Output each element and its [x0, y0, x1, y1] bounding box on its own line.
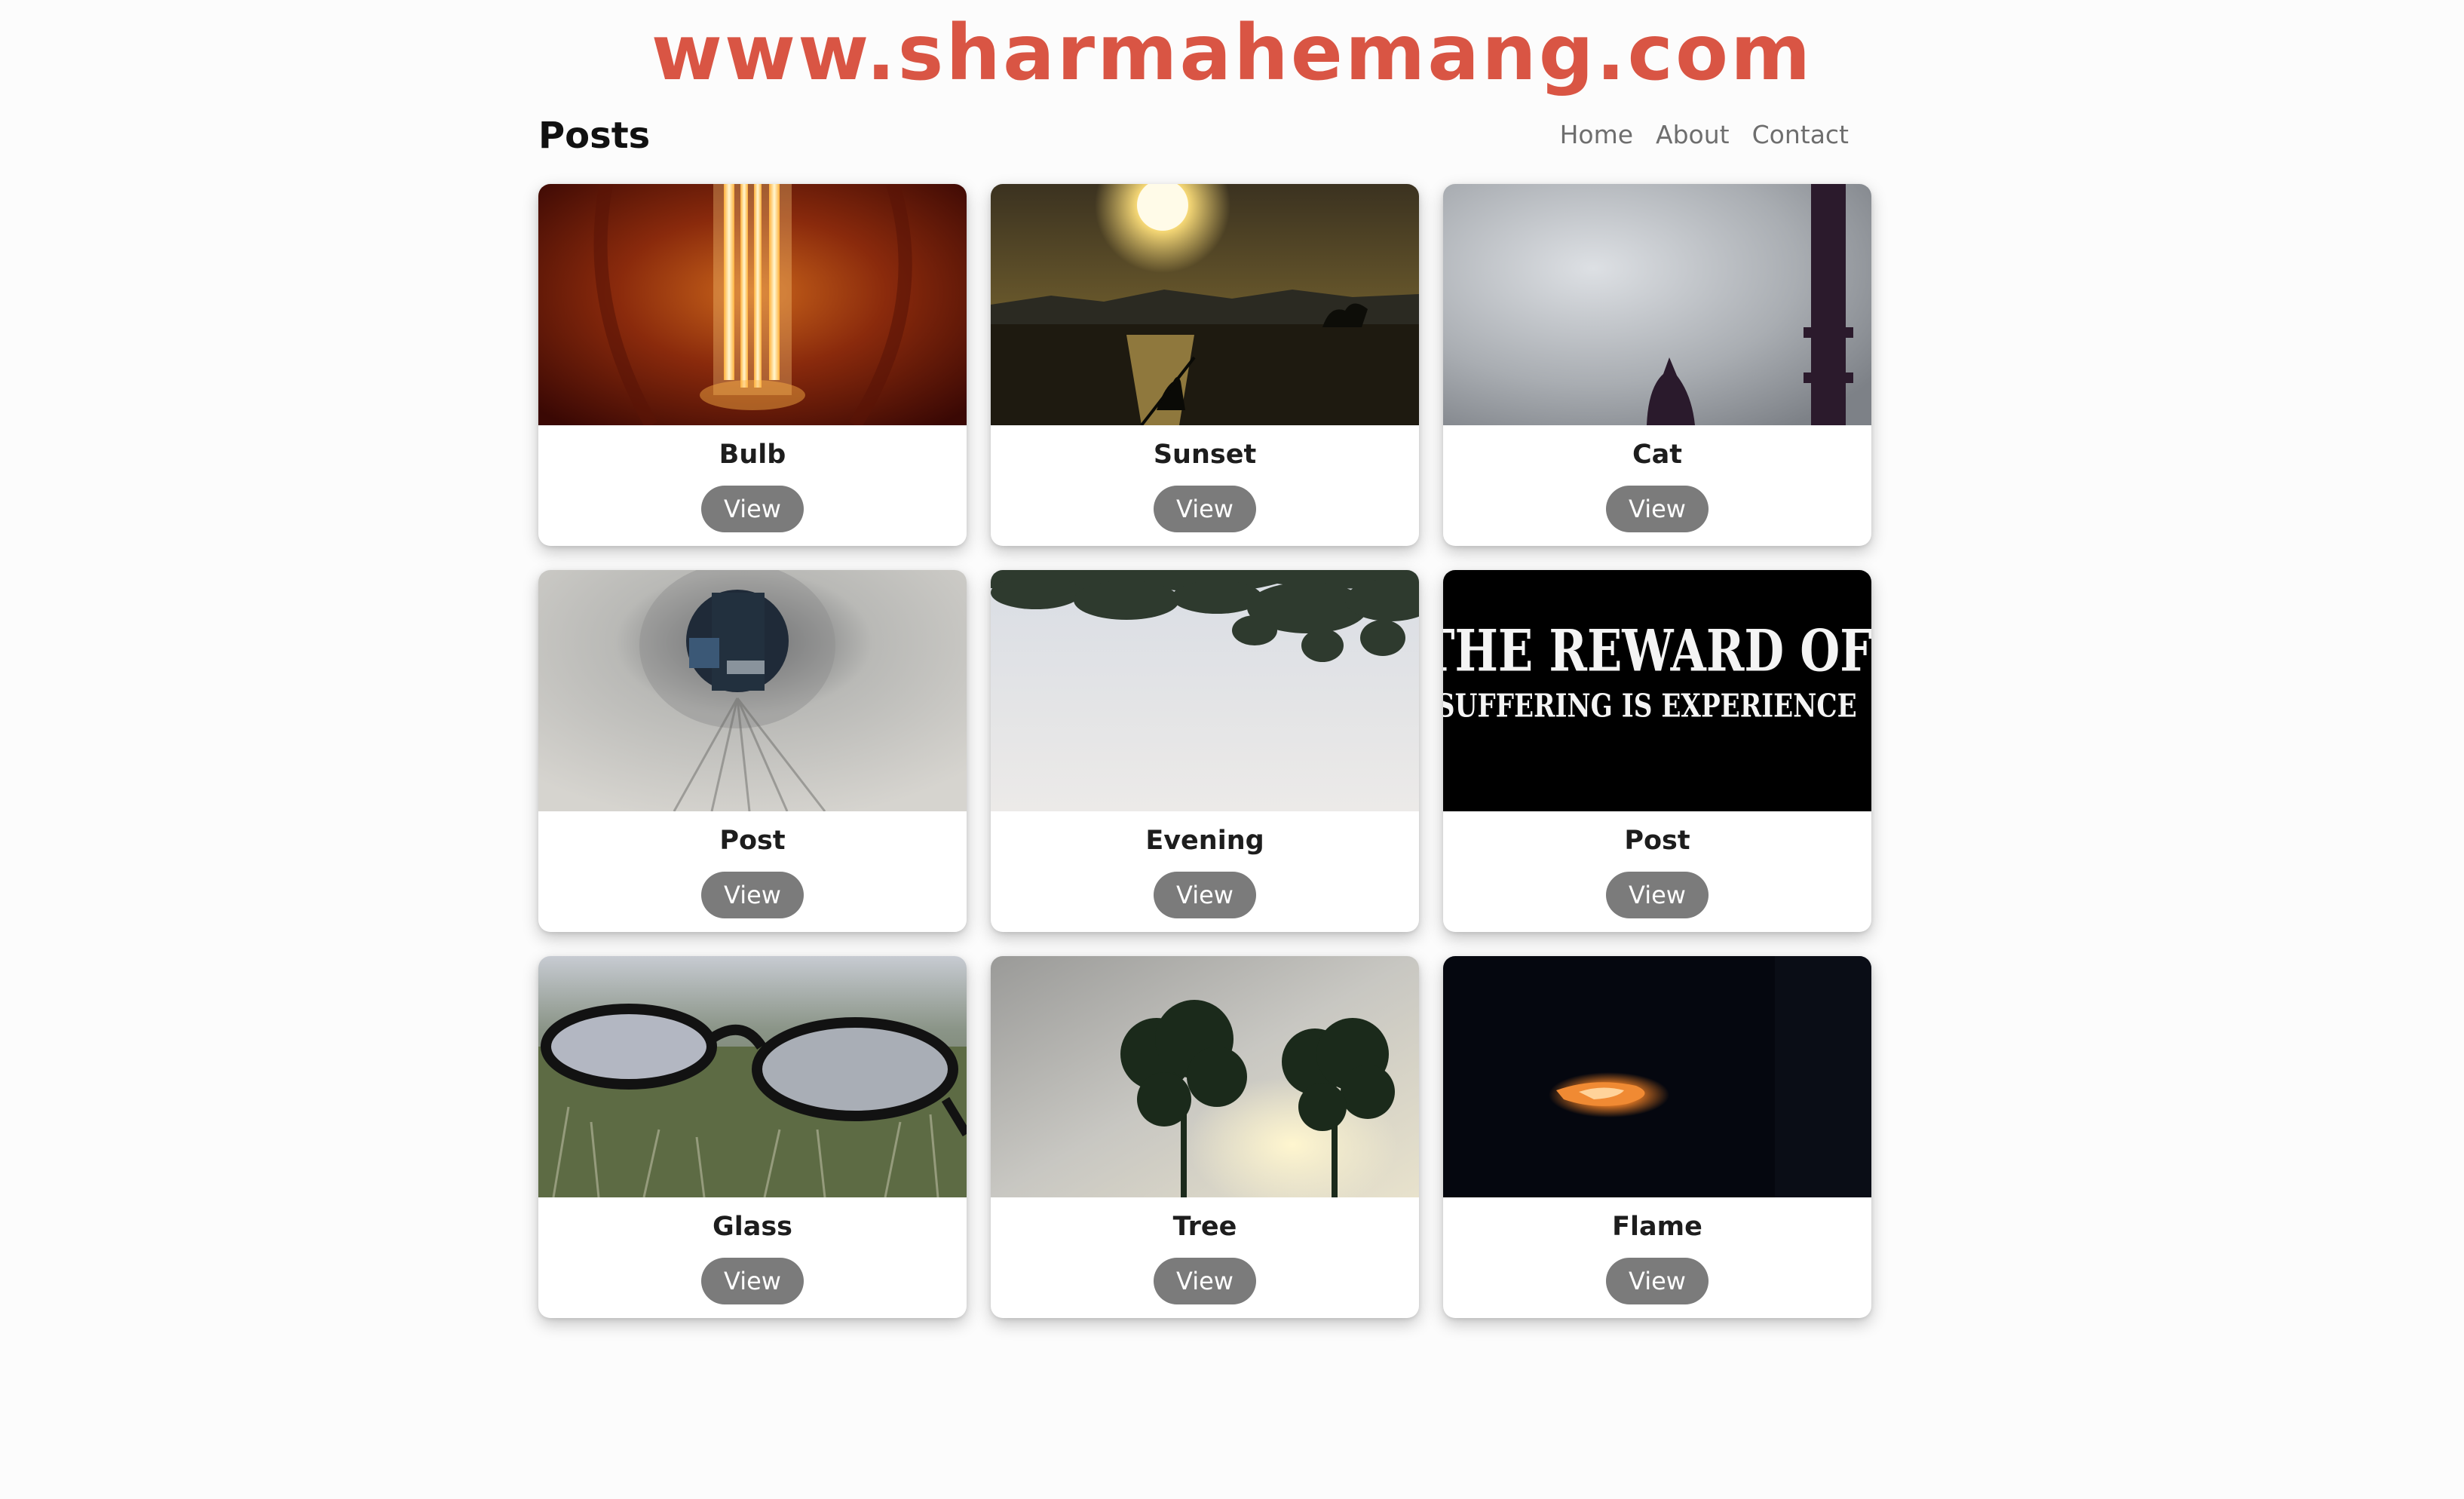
post-title: Bulb: [719, 440, 786, 470]
view-button[interactable]: View: [1154, 486, 1256, 532]
post-card: Post View: [538, 570, 967, 932]
post-card: THE REWARD OF SUFFERING IS EXPERIENCE Po…: [1443, 570, 1871, 932]
post-image-quote[interactable]: THE REWARD OF SUFFERING IS EXPERIENCE: [1443, 570, 1871, 811]
posts-grid: Bulb View Sunset View Cat View Post View…: [538, 184, 1871, 1318]
glasses-grass-image: [538, 956, 967, 1197]
view-button[interactable]: View: [1154, 1258, 1256, 1304]
cat-image: [1443, 184, 1871, 425]
post-image-tree[interactable]: [991, 956, 1419, 1197]
light-bulb-image: [538, 184, 967, 425]
post-card: Bulb View: [538, 184, 967, 546]
post-image-sunset[interactable]: [991, 184, 1419, 425]
paper-hole-image: [538, 570, 967, 811]
post-card: Tree View: [991, 956, 1419, 1318]
site-banner[interactable]: www.sharmahemang.com: [0, 5, 2464, 103]
view-button[interactable]: View: [701, 872, 804, 918]
post-title: Sunset: [1153, 440, 1257, 470]
view-button[interactable]: View: [701, 1258, 804, 1304]
post-image-cat[interactable]: [1443, 184, 1871, 425]
post-image-evening[interactable]: [991, 570, 1419, 811]
view-button[interactable]: View: [1154, 872, 1256, 918]
post-image-glass[interactable]: [538, 956, 967, 1197]
quote-line-1: THE REWARD OF: [1443, 618, 1871, 685]
nav-home-link[interactable]: Home: [1560, 118, 1633, 152]
post-image-bulb[interactable]: [538, 184, 967, 425]
post-title: Flame: [1612, 1212, 1702, 1242]
quote-image: THE REWARD OF SUFFERING IS EXPERIENCE: [1443, 570, 1871, 811]
post-image-hole[interactable]: [538, 570, 967, 811]
top-nav: Home About Contact: [1560, 118, 1849, 152]
view-button[interactable]: View: [1606, 1258, 1709, 1304]
view-button[interactable]: View: [701, 486, 804, 532]
post-title: Cat: [1632, 440, 1683, 470]
post-image-flame[interactable]: [1443, 956, 1871, 1197]
nav-contact-link[interactable]: Contact: [1752, 118, 1849, 152]
page: www.sharmahemang.com Posts Home About Co…: [0, 0, 2464, 1499]
view-button[interactable]: View: [1606, 872, 1709, 918]
post-card: Glass View: [538, 956, 967, 1318]
trees-sky-image: [991, 956, 1419, 1197]
post-card: Cat View: [1443, 184, 1871, 546]
page-title: Posts: [538, 115, 651, 157]
post-title: Tree: [1172, 1212, 1237, 1242]
sunset-image: [991, 184, 1419, 425]
view-button[interactable]: View: [1606, 486, 1709, 532]
post-title: Evening: [1145, 826, 1264, 856]
leaves-sky-image: [991, 570, 1419, 811]
nav-about-link[interactable]: About: [1656, 118, 1730, 152]
post-title: Glass: [712, 1212, 792, 1242]
post-card: Evening View: [991, 570, 1419, 932]
post-title: Post: [719, 826, 786, 856]
post-card: Sunset View: [991, 184, 1419, 546]
quote-line-2: SUFFERING IS EXPERIENCE: [1443, 688, 1857, 725]
flame-image: [1443, 956, 1871, 1197]
post-title: Post: [1624, 826, 1690, 856]
post-card: Flame View: [1443, 956, 1871, 1318]
